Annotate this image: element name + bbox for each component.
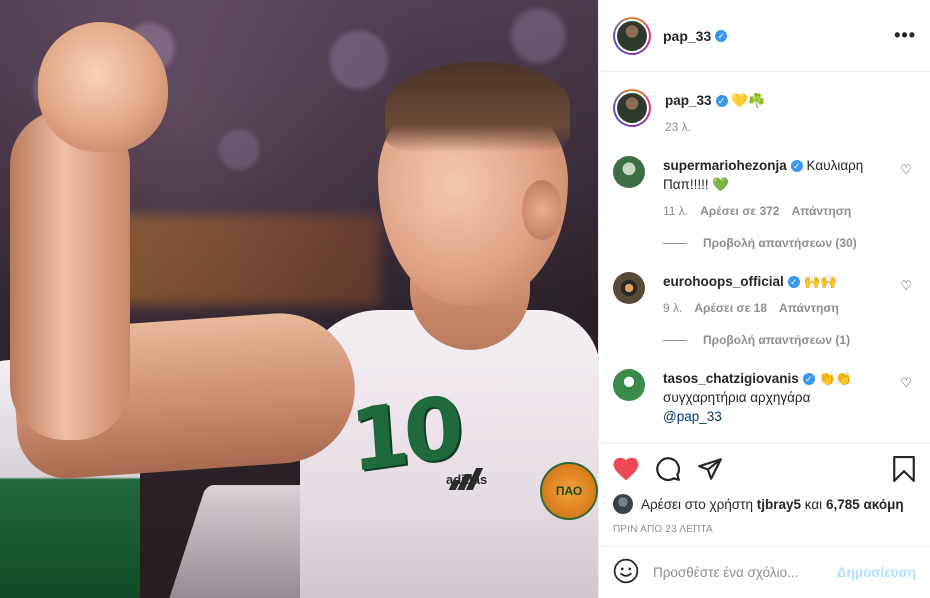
player-hair [385,62,570,152]
verified-badge-icon: ✓ [802,373,815,386]
view-replies-button[interactable]: Προβολή απαντήσεων (30) [663,236,914,250]
replies-divider [663,339,687,341]
post-photo[interactable]: 10 adidas ΠΑΟ [0,0,598,598]
likes-middle: και [804,496,823,512]
comment-time[interactable]: 9 λ. [663,301,682,315]
comments-list[interactable]: pap_33 ✓ 💛☘️ 23 λ. supermariohezonja ✓ Καυ… [599,73,930,443]
caption-avatar[interactable] [613,89,651,127]
comment-likes[interactable]: Αρέσει σε 372 [700,204,779,218]
reply-button[interactable]: Απάντηση [791,204,851,218]
verified-badge-icon: ✓ [715,95,728,108]
more-options-icon[interactable]: ••• [894,25,916,46]
post-timestamp[interactable]: ΠΡΙΝ ΑΠΟ 23 ΛΕΠΤΑ [613,524,916,535]
post-actions: Αρέσει στο χρήστη tjbray5 και 6,785 ακόμ… [599,443,930,535]
view-replies-label: Προβολή απαντήσεων (1) [703,333,851,347]
verified-badge-icon: ✓ [715,29,728,42]
player-ear [522,180,562,240]
reply-button[interactable]: Απάντηση [779,301,839,315]
comment-mention[interactable]: @pap_33 [663,409,722,424]
caption-username[interactable]: pap_33 [665,93,712,108]
verified-badge-icon: ✓ [790,160,803,173]
liker-username[interactable]: tjbray5 [757,497,801,512]
comment-input[interactable] [653,564,837,580]
comment-like-heart-icon[interactable]: ♡ [900,278,912,294]
post-side-panel: pap_33 ✓ ••• pap_33 ✓ 💛☘️ 23 λ. supermar… [598,0,930,598]
like-heart-icon[interactable] [613,457,639,484]
commenter-username[interactable]: tasos_chatzigiovanis [663,371,799,386]
replies-divider [663,242,687,244]
commenter-avatar[interactable] [613,369,645,401]
author-avatar[interactable] [613,16,651,55]
comment-like-heart-icon[interactable]: ♡ [900,375,912,391]
brand-text: adidas [446,472,488,487]
comment-item: eurohoops_official ✓ 🙌🙌 9 λ. Αρέσει σε 18… [613,272,914,315]
player-fist [38,22,168,152]
author-avatar-image [617,20,647,51]
commenter-avatar[interactable] [613,272,645,304]
team-crest: ΠΑΟ [540,462,598,520]
comment-item: supermariohezonja ✓ Καυλιαρη Παπ!!!!! 💚 1… [613,156,914,218]
likes-prefix: Αρέσει στο χρήστη [641,496,753,512]
commenter-username[interactable]: supermariohezonja [663,158,787,173]
comment-likes[interactable]: Αρέσει σε 18 [694,301,767,315]
comment-like-heart-icon[interactable]: ♡ [900,162,912,178]
add-comment-bar: Δημοσίευση [599,545,930,598]
verified-badge-icon: ✓ [787,276,800,289]
post-comment-button[interactable]: Δημοσίευση [837,565,916,580]
liker-avatar[interactable] [613,494,633,514]
comment-bubble-icon[interactable] [655,456,681,485]
author-username[interactable]: pap_33 [663,28,711,44]
commenter-username[interactable]: eurohoops_official [663,274,784,289]
caption-time[interactable]: 23 λ. [665,120,691,134]
commenter-avatar[interactable] [613,156,645,188]
post-header: pap_33 ✓ ••• [599,0,930,72]
emoji-icon[interactable] [613,558,639,587]
caption-avatar-image [617,93,647,123]
share-paper-plane-icon[interactable] [697,456,723,485]
comment-time[interactable]: 11 λ. [663,204,688,218]
save-bookmark-icon[interactable] [892,455,916,485]
instagram-post: 10 adidas ΠΑΟ pap_33 ✓ ••• pap_33 ✓ 💛☘️ … [0,0,930,598]
view-replies-label: Προβολή απαντήσεων (30) [703,236,857,250]
comment-item: tasos_chatzigiovanis ✓ 👏👏 συγχαρητήρια αρ… [613,369,914,426]
view-replies-button[interactable]: Προβολή απαντήσεων (1) [663,333,914,347]
likes-count[interactable]: 6,785 ακόμη [826,497,904,512]
player-forearm [10,110,130,440]
likes-summary: Αρέσει στο χρήστη tjbray5 και 6,785 ακόμ… [613,494,916,514]
caption: pap_33 ✓ 💛☘️ 23 λ. [613,89,914,134]
caption-text: 💛☘️ [731,93,765,108]
team-crest-text: ΠΑΟ [555,484,583,498]
comment-text: 🙌🙌 [803,274,838,289]
